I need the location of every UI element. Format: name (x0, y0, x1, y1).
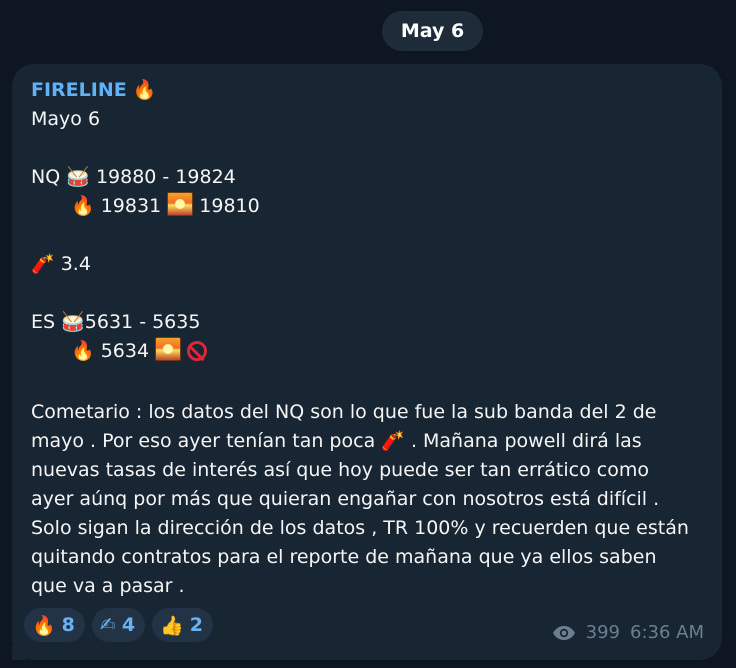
reaction-fire[interactable]: 🔥 8 (24, 608, 85, 642)
message-line-date: Mayo 6 (31, 108, 101, 130)
es-line: ES 🥁5631 - 5635 (31, 308, 711, 337)
es-fire-value: 5634 (100, 340, 150, 362)
date-separator: May 6 (382, 11, 483, 51)
es-range: 5631 - 5635 (84, 311, 201, 333)
message-meta: 399 6:36 AM (552, 622, 704, 643)
dynamite-icon: 🧨 (31, 253, 55, 275)
reaction-writing-hand[interactable]: ✍ 4 (91, 608, 146, 642)
sunset-icon (155, 337, 182, 361)
view-count: 399 (585, 622, 620, 643)
nq-sunset-value: 19810 (199, 195, 260, 217)
date-label: May 6 (400, 20, 465, 42)
prohibited-icon (187, 341, 208, 361)
message-bubble[interactable]: FIRELINE 🔥 Mayo 6 NQ 🥁 19880 - 19824 🔥 1… (12, 64, 722, 660)
drum-icon: 🥁 (66, 166, 90, 188)
writing-hand-icon: ✍ (99, 614, 116, 636)
nq-levels-line: 🔥 19831 19810 (31, 192, 711, 221)
eye-icon (552, 625, 576, 641)
message-time: 6:36 AM (630, 622, 704, 643)
message-comment: Cometario : los datos del NQ son lo que … (31, 401, 689, 597)
reaction-count: 4 (121, 614, 136, 636)
fire-icon: 🔥 (32, 614, 56, 637)
reactions-bar: 🔥 8 ✍ 4 👍 2 (24, 608, 213, 642)
drum-icon: 🥁 (61, 311, 85, 333)
dynamite-value: 3.4 (60, 253, 91, 275)
reaction-thumbs-up[interactable]: 👍 2 (152, 608, 213, 642)
nq-range: 19880 - 19824 (95, 166, 236, 188)
sender-name[interactable]: FIRELINE (31, 79, 127, 101)
dynamite-line: 🧨 3.4 (31, 250, 711, 279)
es-label: ES (31, 311, 56, 333)
bubble-tail (12, 646, 26, 660)
reaction-count: 8 (61, 614, 75, 636)
nq-line: NQ 🥁 19880 - 19824 (31, 163, 711, 192)
thumbs-up-icon: 👍 (160, 614, 184, 637)
sender-line: FIRELINE 🔥 (31, 76, 711, 105)
nq-fire-value: 19831 (100, 195, 162, 217)
sunset-icon (167, 192, 194, 216)
reaction-count: 2 (189, 614, 203, 636)
fire-icon: 🔥 (71, 340, 95, 362)
es-levels-line: 🔥 5634 (31, 337, 711, 366)
message-body: FIRELINE 🔥 Mayo 6 NQ 🥁 19880 - 19824 🔥 1… (31, 76, 711, 366)
fire-icon: 🔥 (71, 195, 95, 217)
fire-icon: 🔥 (132, 79, 157, 101)
nq-label: NQ (31, 166, 61, 188)
